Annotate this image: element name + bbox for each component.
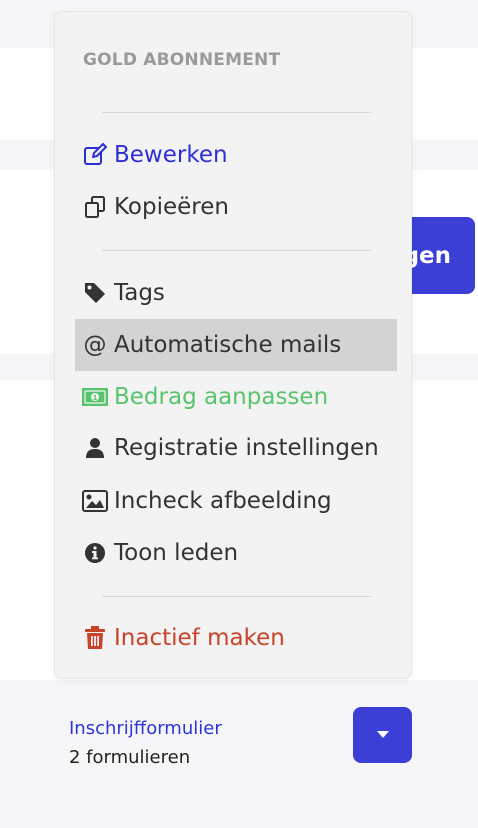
menu-item-bedrag-aanpassen[interactable]: 1 Bedrag aanpassen: [75, 371, 397, 423]
svg-text:1: 1: [93, 394, 98, 402]
copy-icon: [82, 194, 108, 220]
subscription-dropdown-menu: GOLD ABONNEMENT Bewerken Kopieëren Tags …: [54, 11, 412, 679]
menu-item-registratie-instellingen[interactable]: Registratie instellingen: [75, 422, 397, 474]
divider: [102, 596, 371, 597]
form-link[interactable]: Inschrijfformulier: [69, 718, 222, 739]
dropdown-header: GOLD ABONNEMENT: [83, 50, 281, 70]
user-icon: [82, 435, 108, 461]
at-icon: @: [83, 332, 107, 358]
money-icon: 1: [82, 384, 108, 410]
menu-item-kopieeren[interactable]: Kopieëren: [75, 181, 397, 233]
menu-item-label: Inactief maken: [114, 625, 285, 651]
image-icon: [82, 488, 108, 514]
menu-item-bewerken[interactable]: Bewerken: [75, 129, 397, 181]
menu-item-label: Incheck afbeelding: [114, 488, 332, 514]
form-count: 2 formulieren: [69, 747, 191, 768]
menu-item-automatische-mails[interactable]: @ Automatische mails: [75, 319, 397, 371]
trash-icon: [82, 625, 108, 651]
menu-item-incheck-afbeelding[interactable]: Incheck afbeelding: [75, 475, 397, 527]
menu-item-label: Bedrag aanpassen: [114, 384, 329, 410]
caret-down-icon: [376, 731, 389, 738]
menu-item-label: Tags: [114, 280, 165, 306]
menu-item-label: Automatische mails: [114, 332, 342, 358]
divider: [102, 250, 371, 251]
tag-icon: [82, 280, 108, 306]
menu-item-tags[interactable]: Tags: [75, 267, 397, 319]
divider: [102, 112, 371, 113]
menu-item-label: Bewerken: [114, 142, 228, 168]
dropdown-toggle-button[interactable]: [353, 707, 412, 763]
info-icon: [82, 540, 108, 566]
menu-item-toon-leden[interactable]: Toon leden: [75, 527, 397, 579]
menu-item-label: Kopieëren: [114, 194, 229, 220]
menu-item-label: Toon leden: [114, 540, 239, 566]
menu-item-label: Registratie instellingen: [114, 435, 379, 461]
edit-icon: [82, 142, 108, 168]
menu-item-inactief-maken[interactable]: Inactief maken: [75, 612, 397, 664]
